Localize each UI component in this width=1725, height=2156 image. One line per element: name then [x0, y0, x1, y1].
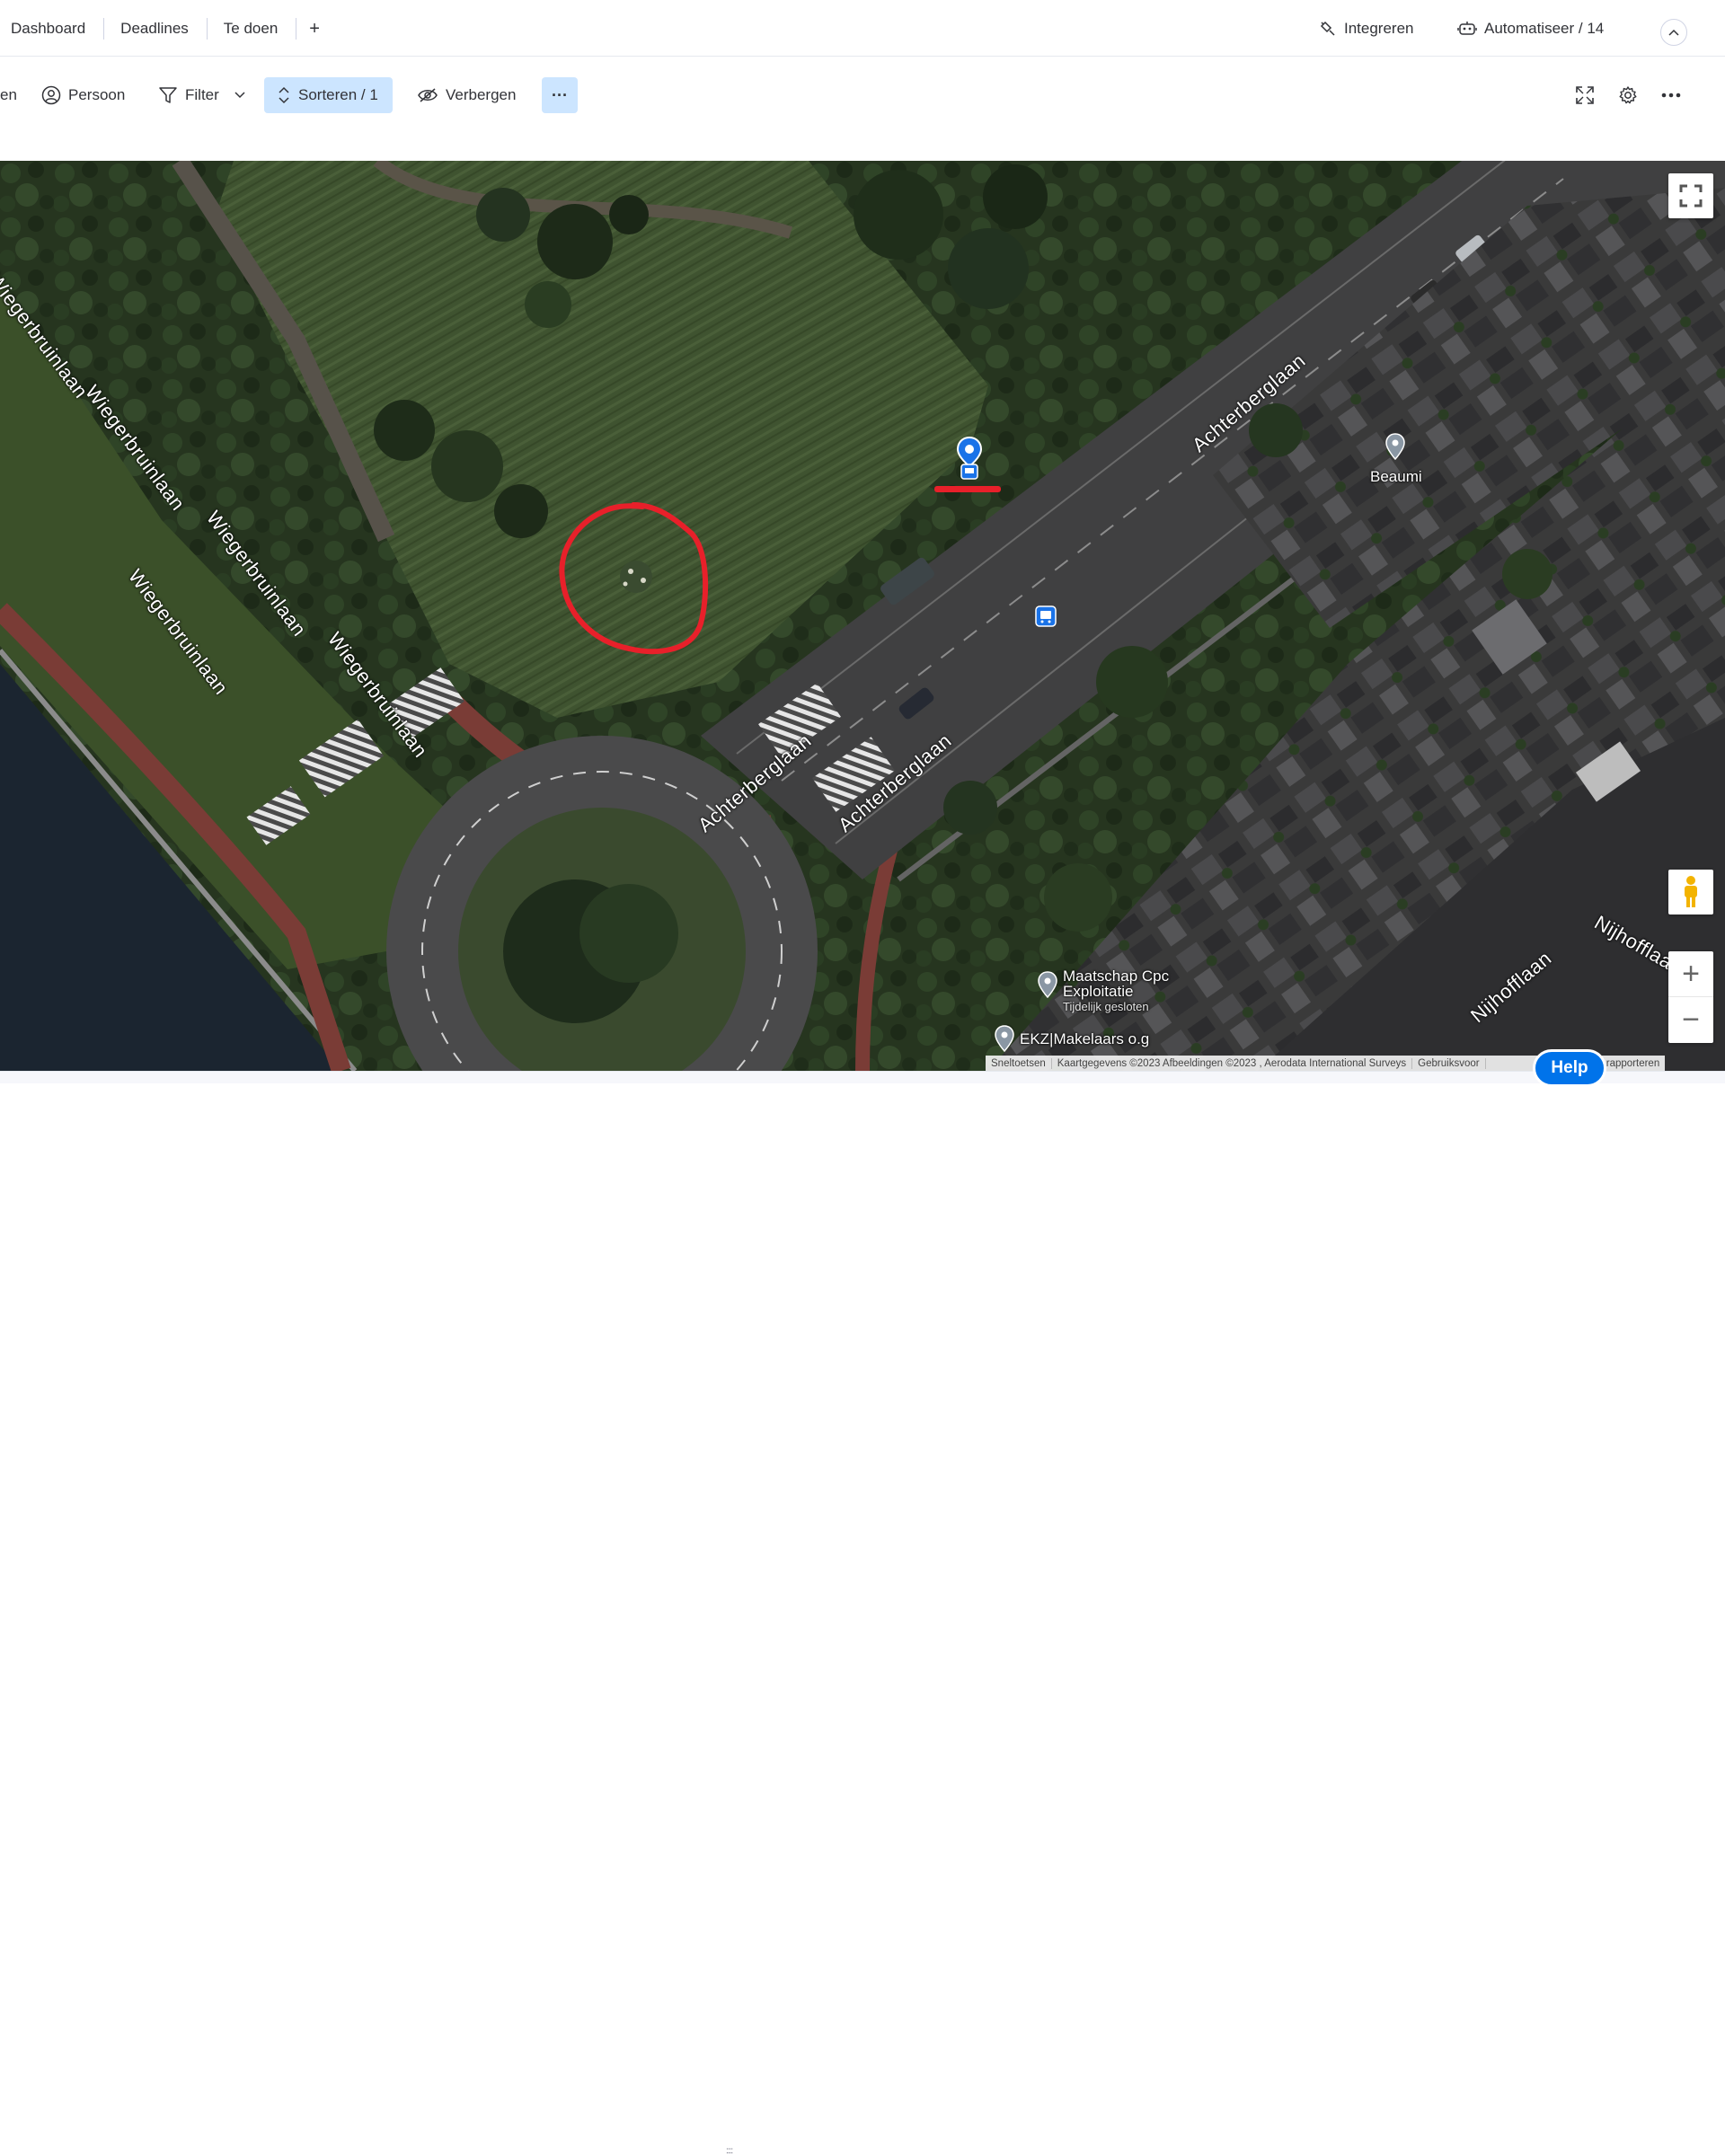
sort-icon	[279, 86, 289, 104]
filter-dropdown-button[interactable]	[226, 77, 253, 113]
automate-label: Automatiseer / 14	[1484, 19, 1605, 37]
location-pin-icon[interactable]	[995, 1025, 1014, 1052]
gear-icon	[1619, 86, 1637, 104]
bus-stop-marker-selected[interactable]	[956, 436, 983, 481]
keyboard-shortcuts-link[interactable]: Sneltoetsen	[986, 1057, 1052, 1069]
filter-button[interactable]: Filter	[151, 77, 226, 113]
integrate-button[interactable]: Integreren	[1319, 0, 1414, 57]
more-actions-button[interactable]: ···	[542, 77, 578, 113]
zoom-in-button[interactable]: +	[1668, 952, 1713, 997]
poi-label-beaumi: Beaumi	[1370, 468, 1422, 485]
view-tab-bar: Dashboard Deadlines Te doen + Integreren…	[0, 0, 1725, 57]
add-view-button[interactable]: +	[296, 18, 332, 40]
fullscreen-button[interactable]	[1569, 77, 1601, 113]
view-tabs: Dashboard Deadlines Te doen +	[0, 0, 332, 57]
person-label: Persoon	[68, 86, 126, 103]
location-pin-icon[interactable]	[1385, 433, 1405, 460]
integrate-icon	[1320, 21, 1335, 36]
hide-label: Verbergen	[446, 86, 517, 103]
resize-handle[interactable]: ::::	[726, 2146, 733, 2156]
chevron-up-icon	[1668, 29, 1679, 36]
bottom-resize-strip: ::::	[0, 1071, 1725, 2156]
board-toolbar: en Persoon Filter Sorteren / 1 Verbergen…	[0, 57, 1725, 162]
settings-button[interactable]	[1612, 77, 1644, 113]
bus-stop-icon[interactable]	[1035, 605, 1057, 627]
integrate-label: Integreren	[1344, 19, 1414, 37]
satellite-map[interactable]: Wiegerbruinlaan Wiegerbruinlaan Wiegerbr…	[0, 161, 1725, 1071]
terms-link[interactable]: Gebruiksvoor	[1412, 1057, 1486, 1069]
poi-maatschap-status: Tijdelijk gesloten	[1063, 1000, 1149, 1013]
chevron-down-icon	[234, 92, 245, 99]
tab-deadlines[interactable]: Deadlines	[104, 17, 208, 40]
more-horizontal-icon	[1661, 93, 1681, 98]
hide-button[interactable]: Verbergen	[410, 77, 523, 113]
tab-dashboard[interactable]: Dashboard	[0, 17, 105, 40]
automate-button[interactable]: Automatiseer / 14	[1457, 0, 1604, 57]
poi-label-maatschap: Maatschap Cpc Exploitatie Tijdelijk gesl…	[1063, 968, 1169, 1014]
expand-icon	[1576, 86, 1594, 104]
toolbar-cut-label: en	[0, 86, 17, 103]
sort-label: Sorteren / 1	[298, 86, 378, 103]
toolbar-cut-item[interactable]: en	[0, 77, 24, 113]
help-button[interactable]: Help	[1533, 1049, 1606, 1087]
poi-maatschap-line1: Maatschap Cpc	[1063, 968, 1170, 985]
annotation-circle	[559, 502, 709, 655]
more-actions-icon: ···	[552, 85, 568, 104]
fullscreen-icon	[1679, 184, 1703, 208]
poi-maatschap-line2: Exploitatie	[1063, 983, 1134, 1000]
poi-label-ekz: EKZ|Makelaars o.g	[1020, 1030, 1150, 1047]
map-data-credit: Kaartgegevens ©2023 Afbeeldingen ©2023 ,…	[1052, 1057, 1413, 1069]
person-filter-button[interactable]: Persoon	[34, 77, 132, 113]
zoom-out-button[interactable]: −	[1668, 997, 1713, 1042]
filter-label: Filter	[185, 86, 219, 103]
robot-icon	[1457, 21, 1477, 35]
person-icon	[41, 85, 61, 105]
pegman-icon	[1685, 876, 1697, 907]
filter-icon	[159, 87, 177, 103]
location-pin-icon[interactable]	[1038, 971, 1057, 998]
collapse-header-button[interactable]	[1660, 19, 1687, 46]
satellite-imagery	[0, 161, 1725, 1071]
annotation-underline	[934, 486, 1001, 492]
sort-button[interactable]: Sorteren / 1	[264, 77, 393, 113]
zoom-control: + −	[1668, 951, 1713, 1043]
map-fullscreen-button[interactable]	[1668, 173, 1713, 218]
eye-hidden-icon	[418, 88, 438, 102]
board-menu-button[interactable]	[1655, 77, 1687, 113]
street-view-pegman[interactable]	[1668, 870, 1713, 915]
tab-te-doen[interactable]: Te doen	[208, 17, 297, 40]
